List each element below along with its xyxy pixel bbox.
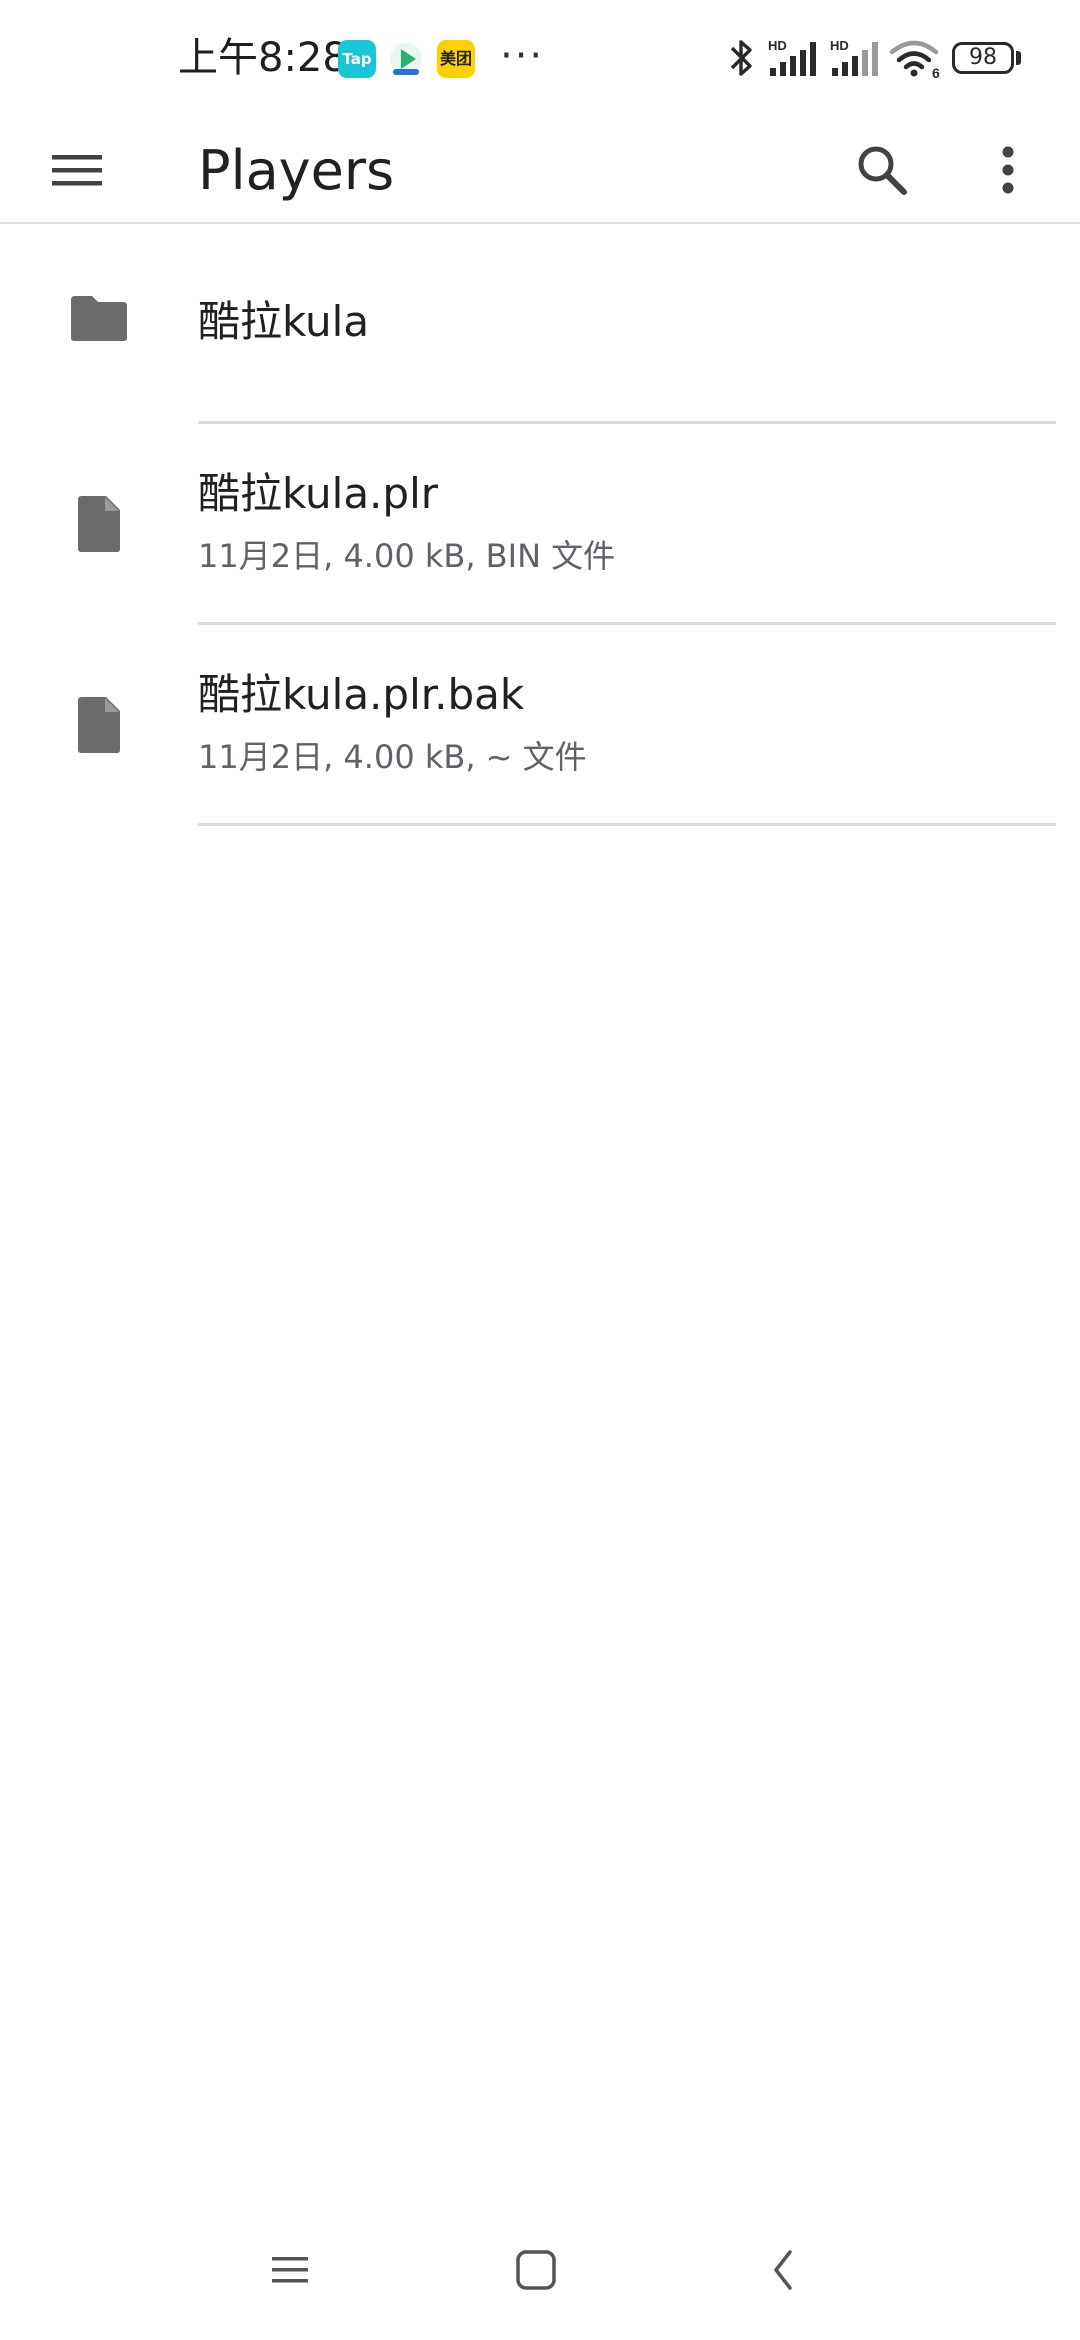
recents-icon <box>272 2257 308 2283</box>
nav-bar <box>0 2220 1080 2320</box>
home-button[interactable] <box>508 2242 564 2298</box>
wifi-badge: 6 <box>932 65 940 80</box>
search-button[interactable] <box>850 138 914 202</box>
list-item-file[interactable]: 酷拉kula.plr.bak 11月2日, 4.00 kB, ~ 文件 <box>0 625 1080 826</box>
status-bar: 上午8:28 Tap 美团 ··· HD HD 6 98 <box>0 0 1080 118</box>
recents-button[interactable] <box>262 2242 318 2298</box>
back-button[interactable] <box>756 2242 812 2298</box>
file-icon <box>70 695 128 759</box>
signal-badge: HD <box>768 38 787 53</box>
menu-icon <box>52 155 102 186</box>
video-app-icon <box>387 40 425 78</box>
meituan-app-icon: 美团 <box>437 40 475 78</box>
more-vert-icon <box>1002 146 1014 194</box>
app-bar: Players <box>0 118 1080 224</box>
battery-tip <box>1016 51 1021 65</box>
menu-button[interactable] <box>46 138 110 202</box>
tap-app-icon: Tap <box>338 40 376 78</box>
item-meta: 11月2日, 4.00 kB, ~ 文件 <box>198 738 587 776</box>
item-meta: 11月2日, 4.00 kB, BIN 文件 <box>198 537 616 575</box>
bluetooth-icon <box>726 36 756 84</box>
battery-indicator: 98 <box>952 42 1014 74</box>
list-item-file[interactable]: 酷拉kula.plr 11月2日, 4.00 kB, BIN 文件 <box>0 424 1080 625</box>
back-icon <box>774 2250 792 2290</box>
status-time: 上午8:28 <box>178 35 348 81</box>
list-item-folder[interactable]: 酷拉kula <box>0 222 1080 424</box>
item-name: 酷拉kula <box>198 297 370 346</box>
divider <box>198 823 1056 826</box>
more-options-button[interactable] <box>978 138 1042 202</box>
file-icon <box>70 494 128 558</box>
wifi-icon: 6 <box>888 36 944 84</box>
folder-icon <box>70 294 128 346</box>
signal-badge: HD <box>830 38 849 53</box>
page-title: Players <box>198 139 395 202</box>
more-notifications-indicator: ··· <box>500 33 545 79</box>
item-name: 酷拉kula.plr <box>198 469 439 518</box>
screen: 上午8:28 Tap 美团 ··· HD HD 6 98 Players 酷拉k… <box>0 0 1080 2340</box>
signal-hd-icon: HD <box>766 36 822 84</box>
signal-hd-icon: HD <box>828 36 884 84</box>
search-icon <box>858 146 907 195</box>
home-icon <box>516 2250 556 2290</box>
item-name: 酷拉kula.plr.bak <box>198 670 525 719</box>
